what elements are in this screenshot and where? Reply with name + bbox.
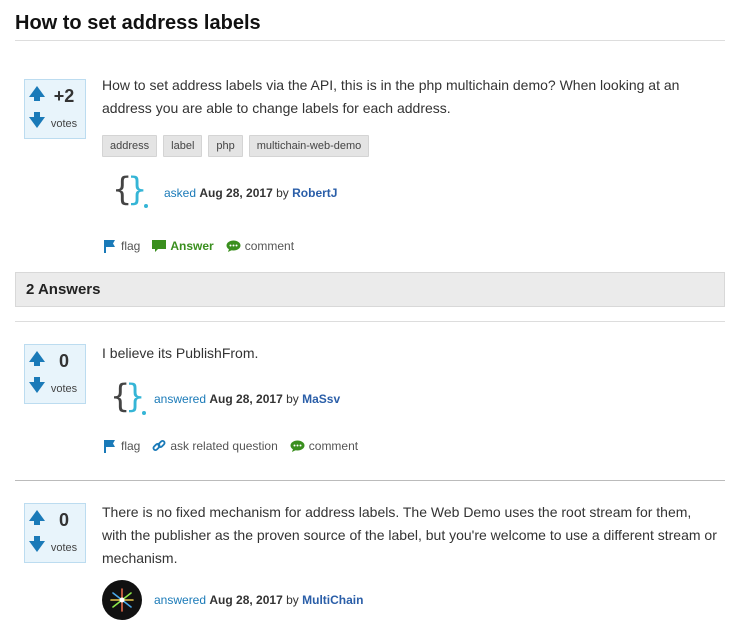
- title-divider: [15, 40, 725, 41]
- answer-divider: [15, 480, 725, 481]
- vote-count: +2: [53, 86, 75, 106]
- page-title: How to set address labels: [15, 12, 261, 34]
- meta-by: by: [286, 392, 299, 406]
- answer-vote-box: 0 votes: [24, 344, 86, 404]
- question-actions: flag Answer comment: [103, 239, 306, 253]
- question-text: How to set address labels via the API, t…: [102, 77, 680, 116]
- votes-label: votes: [50, 542, 78, 554]
- answer-text: I believe its PublishFrom.: [102, 345, 259, 361]
- answers-count: 2 Answers: [26, 281, 101, 298]
- vote-up-icon[interactable]: [29, 351, 45, 366]
- answer-meta: answered Aug 28, 2017 by MultiChain: [154, 593, 363, 607]
- meta-what: answered: [154, 593, 207, 607]
- tag-multichain-web-demo[interactable]: multichain-web-demo: [248, 135, 370, 157]
- ask-related-question-label: ask related question: [170, 439, 278, 453]
- vote-down-icon[interactable]: [29, 536, 45, 552]
- answer-label: Answer: [170, 239, 214, 253]
- comment-icon: [290, 440, 305, 452]
- tag-php[interactable]: php: [208, 135, 243, 157]
- vote-up-icon[interactable]: [29, 86, 45, 101]
- meta-when: Aug 28, 2017: [209, 392, 283, 406]
- comment-label: comment: [308, 439, 359, 453]
- tag-address[interactable]: address: [102, 135, 158, 157]
- question-tags: address label php multichain-web-demo: [102, 135, 370, 157]
- meta-author-link[interactable]: MaSsv: [302, 392, 340, 406]
- flag-label: flag: [121, 439, 141, 453]
- answers-divider: [15, 321, 725, 322]
- comment-label: comment: [244, 239, 295, 253]
- meta-by: by: [286, 593, 299, 607]
- answer-icon: [152, 239, 167, 252]
- flag-label: flag: [121, 239, 141, 253]
- meta-author-link[interactable]: RobertJ: [292, 186, 337, 200]
- answer-vote-box: 0 votes: [24, 503, 86, 563]
- ask-related-question-button[interactable]: ask related question: [152, 439, 278, 453]
- question-meta: asked Aug 28, 2017 by RobertJ: [164, 186, 337, 200]
- vote-count: 0: [58, 351, 69, 371]
- tag-label[interactable]: label: [163, 135, 203, 157]
- meta-by: by: [276, 186, 289, 200]
- vote-down-icon[interactable]: [29, 377, 45, 393]
- votes-label: votes: [50, 118, 78, 130]
- comment-icon: [226, 240, 241, 252]
- answers-header: 2 Answers: [15, 272, 725, 307]
- avatar[interactable]: [102, 580, 142, 620]
- vote-down-icon[interactable]: [29, 112, 45, 128]
- meta-when: Aug 28, 2017: [209, 593, 283, 607]
- meta-author-link[interactable]: MultiChain: [302, 593, 363, 607]
- comment-button[interactable]: comment: [226, 239, 294, 253]
- flag-icon: [104, 240, 115, 253]
- answer-actions: flag ask related question comment: [103, 439, 370, 453]
- meta-when: Aug 28, 2017: [199, 186, 273, 200]
- avatar[interactable]: {}: [110, 170, 150, 214]
- avatar[interactable]: {}: [108, 377, 148, 421]
- meta-what: asked: [164, 186, 197, 200]
- comment-button[interactable]: comment: [290, 439, 358, 453]
- vote-up-icon[interactable]: [29, 510, 45, 525]
- answer-meta: answered Aug 28, 2017 by MaSsv: [154, 392, 340, 406]
- multichain-logo-icon: [110, 588, 134, 612]
- vote-count: 0: [58, 510, 69, 530]
- flag-icon: [104, 440, 115, 453]
- answer-button[interactable]: Answer: [152, 239, 214, 253]
- answer-text: There is no fixed mechanism for address …: [102, 504, 717, 566]
- link-icon: [152, 440, 166, 451]
- meta-what: answered: [154, 392, 207, 406]
- flag-button[interactable]: flag: [103, 239, 140, 253]
- flag-button[interactable]: flag: [103, 439, 140, 453]
- votes-label: votes: [50, 383, 78, 395]
- question-vote-box: +2 votes: [24, 79, 86, 139]
